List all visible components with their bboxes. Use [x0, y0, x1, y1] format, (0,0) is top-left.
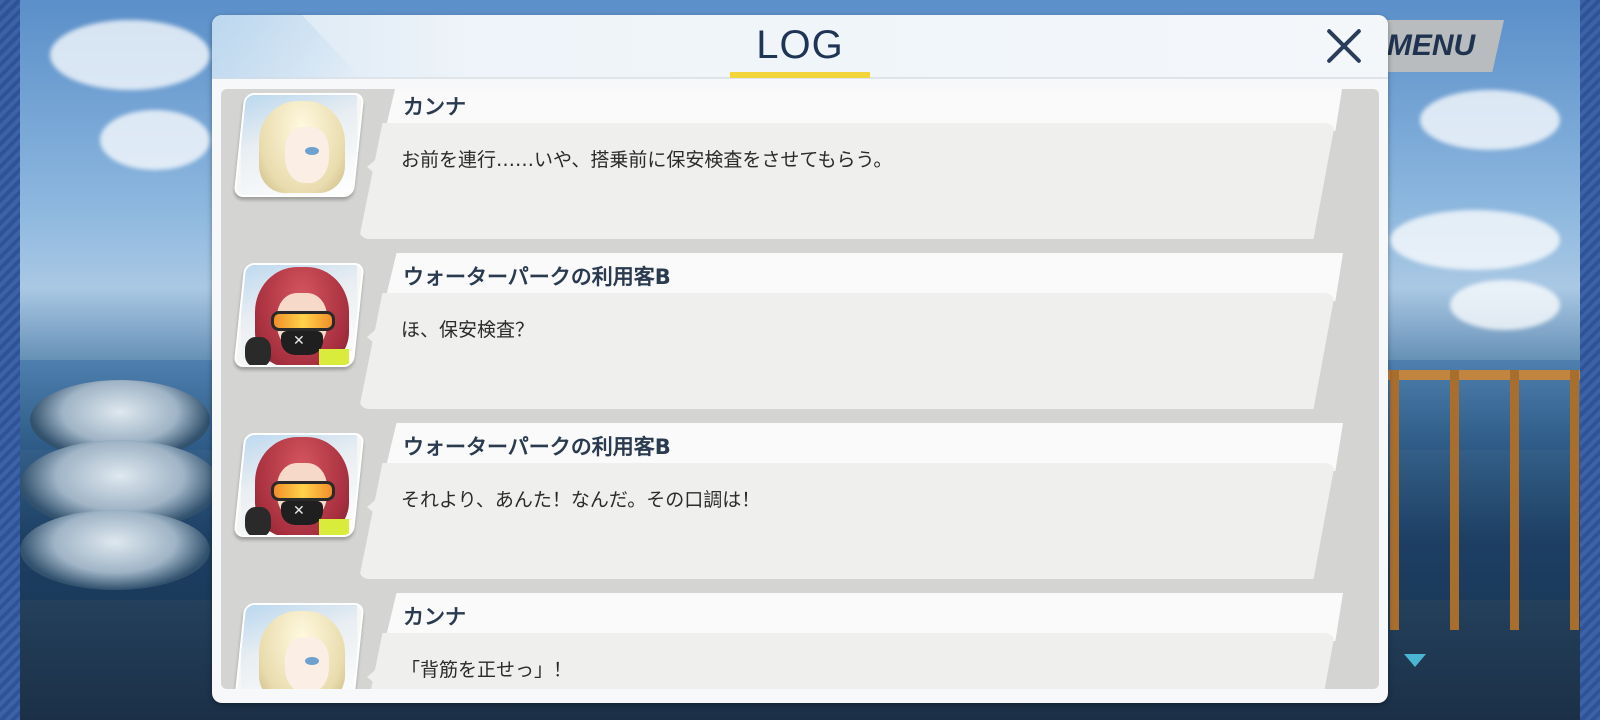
speaker-name: カンナ	[403, 95, 466, 119]
speaker-name: ウォーターパークの利用客B	[403, 435, 671, 459]
speaker-name: ウォーターパークの利用客B	[403, 265, 671, 289]
dialogue-text: お前を連行……いや、搭乗前に保安検査をさせてもらう。	[401, 149, 893, 171]
log-title: LOG	[756, 23, 844, 67]
log-entry: カンナ 「背筋を正せっ」！	[221, 579, 1379, 689]
right-border-stripe	[1580, 0, 1600, 720]
dialogue-text: 「背筋を正せっ」！	[401, 659, 573, 681]
log-entry: ウォーターパークの利用客B それより、あんた！なんだ。その口調は！	[221, 409, 1379, 579]
log-entry: ウォーターパークの利用客B ほ、保安検査？	[221, 239, 1379, 409]
speaker-name: カンナ	[403, 605, 466, 629]
dialogue-bubble	[359, 123, 1335, 239]
log-panel: LOG カンナ お前を連行……いや、搭乗前に保安検査をさせてもらう。 ウォ	[212, 15, 1388, 703]
dialogue-bubble	[359, 293, 1335, 409]
dialogue-bubble	[359, 463, 1335, 579]
log-header: LOG	[212, 15, 1388, 79]
waterpark-guest-b-portrait	[233, 263, 365, 367]
chevron-down-icon	[1404, 654, 1426, 667]
dialogue-text: ほ、保安検査？	[401, 319, 535, 341]
close-icon[interactable]	[1324, 26, 1364, 66]
title-underline	[730, 72, 870, 78]
kanna-portrait	[233, 93, 365, 197]
dialogue-text: それより、あんた！なんだ。その口調は！	[401, 489, 761, 511]
log-entry: カンナ お前を連行……いや、搭乗前に保安検査をさせてもらう。	[221, 89, 1379, 239]
waterpark-guest-b-portrait	[233, 433, 365, 537]
log-list[interactable]: カンナ お前を連行……いや、搭乗前に保安検査をさせてもらう。 ウォーターパークの…	[221, 89, 1379, 689]
left-border-stripe	[0, 0, 20, 720]
kanna-portrait	[233, 603, 365, 689]
